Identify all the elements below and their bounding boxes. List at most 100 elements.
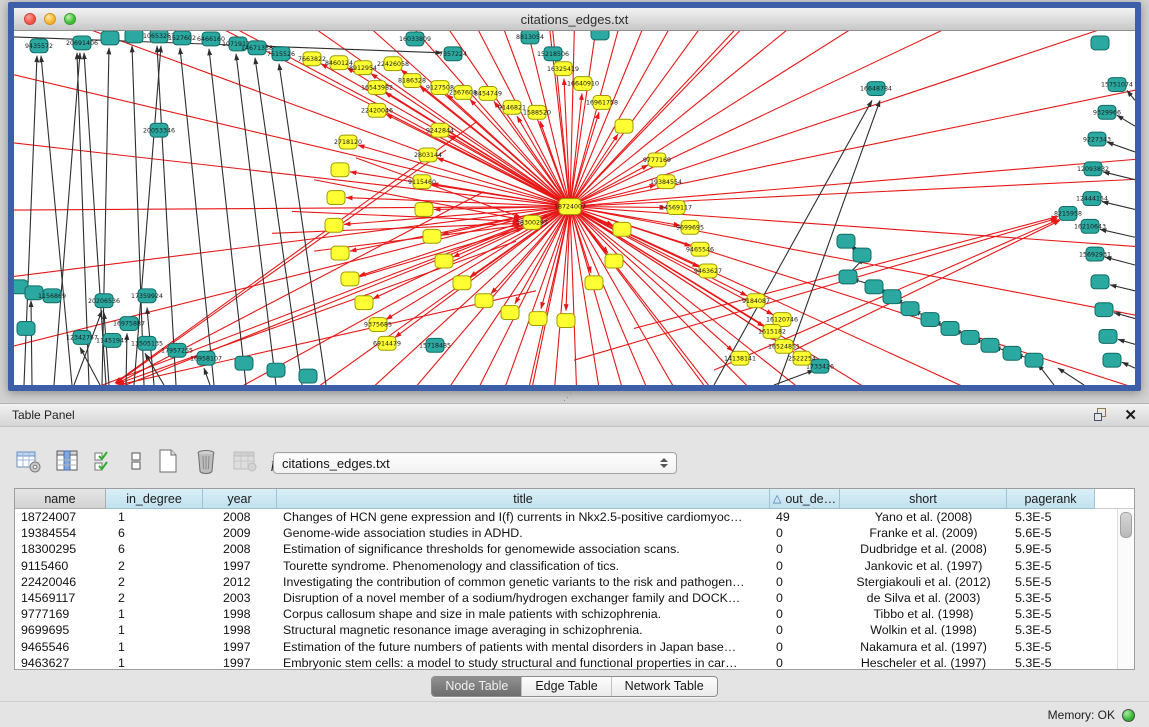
svg-text:2718120: 2718120	[334, 139, 362, 146]
graph-node[interactable]	[435, 254, 453, 268]
row-select-icon[interactable]	[94, 448, 116, 474]
graph-node[interactable]	[501, 306, 519, 320]
graph-node[interactable]	[557, 314, 575, 328]
svg-text:8813054: 8813054	[516, 34, 544, 41]
graph-node[interactable]	[299, 369, 317, 383]
graph-node[interactable]	[355, 296, 373, 310]
graph-node[interactable]	[341, 272, 359, 286]
graph-node[interactable]	[613, 222, 631, 236]
table-row[interactable]: 2242004622012Investigating the contribut…	[15, 574, 1134, 590]
graph-node[interactable]	[423, 229, 441, 243]
table-row[interactable]: 977716911998Corpus callosum shape and si…	[15, 606, 1134, 622]
graph-node[interactable]	[615, 119, 633, 133]
table-row[interactable]: 946362711997Embryonic stem cells: a mode…	[15, 655, 1134, 671]
cell: 9777169	[15, 606, 106, 622]
graph-node[interactable]	[585, 276, 603, 290]
panel-resize-handle-icon[interactable]: ⋰	[563, 393, 577, 402]
table-row[interactable]: 1938455462009Genome-wide association stu…	[15, 525, 1134, 541]
graph-node[interactable]	[981, 338, 999, 352]
svg-text:12093832: 12093832	[1077, 166, 1109, 173]
close-window-icon[interactable]	[24, 13, 36, 25]
graph-node[interactable]	[941, 322, 959, 336]
delete-table-icon[interactable]	[193, 448, 219, 474]
graph-node[interactable]	[839, 270, 857, 284]
column-header-title[interactable]: title	[277, 489, 770, 509]
table-options-icon[interactable]	[16, 448, 42, 474]
column-header-in-degree[interactable]: in_degree	[106, 489, 203, 509]
cell: 0	[770, 574, 840, 590]
graph-node[interactable]	[17, 322, 35, 336]
graph-node[interactable]	[591, 31, 609, 40]
svg-text:11451947: 11451947	[96, 338, 128, 345]
graph-node[interactable]	[837, 234, 855, 248]
graph-node[interactable]	[331, 163, 349, 177]
graph-node[interactable]	[125, 31, 143, 43]
graph-node[interactable]	[235, 356, 253, 370]
graph-node[interactable]	[883, 290, 901, 304]
graph-node[interactable]	[325, 218, 343, 232]
graph-node[interactable]	[1099, 329, 1117, 343]
new-table-icon[interactable]	[156, 448, 180, 474]
tab-node-table[interactable]: Node Table	[432, 677, 521, 696]
graph-node[interactable]	[1095, 303, 1113, 317]
column-header-name[interactable]: name	[15, 489, 106, 509]
tab-network-table[interactable]: Network Table	[611, 677, 717, 696]
column-header-short[interactable]: short	[840, 489, 1007, 509]
column-header-out-de-[interactable]: △out_de…	[770, 489, 840, 509]
graph-node[interactable]	[267, 363, 285, 377]
graph-node[interactable]	[1103, 353, 1121, 367]
minimize-window-icon[interactable]	[44, 13, 56, 25]
close-panel-icon[interactable]: ✕	[1124, 408, 1137, 423]
graph-node[interactable]	[1091, 275, 1109, 289]
graph-node[interactable]	[101, 31, 119, 45]
graph-node[interactable]	[865, 280, 883, 294]
graph-node[interactable]	[453, 276, 471, 290]
table-row[interactable]: 1456911722003Disruption of a novel membe…	[15, 590, 1134, 606]
column-header-year[interactable]: year	[203, 489, 277, 509]
table-row[interactable]: 911546021997Tourette syndrome. Phenomeno…	[15, 558, 1134, 574]
table-row[interactable]: 1830029562008Estimation of significance …	[15, 541, 1134, 557]
table-scrollbar[interactable]	[1117, 509, 1133, 669]
graph-node[interactable]	[961, 330, 979, 344]
graph-node[interactable]	[475, 294, 493, 308]
import-table-icon[interactable]	[232, 448, 258, 474]
cell: Stergiakouli et al. (2012)	[840, 574, 1007, 590]
network-view[interactable]: 9435572206914061065326715276026466160107…	[14, 31, 1135, 385]
svg-text:19384554: 19384554	[650, 179, 682, 186]
table-select-dropdown[interactable]: citations_edges.txt	[273, 452, 677, 474]
network-window[interactable]: citations_edges.txt 94355722069140610653…	[8, 2, 1141, 391]
svg-text:6914479: 6914479	[373, 341, 401, 348]
memory-status-icon[interactable]	[1122, 709, 1135, 722]
svg-text:15718485: 15718485	[419, 343, 451, 350]
zoom-window-icon[interactable]	[64, 13, 76, 25]
graph-node[interactable]	[415, 203, 433, 217]
merge-rows-icon[interactable]	[129, 448, 143, 474]
graph-node[interactable]	[901, 302, 919, 316]
graph-node[interactable]	[605, 254, 623, 268]
column-header-pagerank[interactable]: pagerank	[1007, 489, 1095, 509]
column-edit-icon[interactable]	[55, 448, 81, 474]
svg-text:17957255: 17957255	[161, 347, 193, 354]
graph-node[interactable]	[921, 313, 939, 327]
svg-text:9227343: 9227343	[1083, 136, 1111, 143]
graph-node[interactable]	[853, 248, 871, 262]
dropdown-arrows-icon	[660, 458, 668, 468]
graph-node[interactable]	[327, 191, 345, 205]
graph-node[interactable]	[1003, 346, 1021, 360]
graph-node[interactable]	[529, 312, 547, 326]
svg-text:18300295: 18300295	[516, 220, 548, 227]
table-row[interactable]: 969969511998Structural magnetic resonanc…	[15, 622, 1134, 638]
tab-edge-table[interactable]: Edge Table	[521, 677, 610, 696]
svg-text:20206536: 20206536	[88, 298, 120, 305]
table-row[interactable]: 1872400712008Changes of HCN gene express…	[15, 509, 1134, 525]
graph-node[interactable]	[1091, 36, 1109, 50]
svg-text:16325419: 16325419	[547, 66, 579, 73]
float-panel-icon[interactable]	[1094, 408, 1108, 422]
window-titlebar[interactable]: citations_edges.txt	[14, 8, 1135, 31]
table-row[interactable]: 946554611997Estimation of the future num…	[15, 639, 1134, 655]
table-header-row: namein_degreeyeartitle△out_de…shortpager…	[15, 489, 1134, 509]
graph-node[interactable]	[1025, 353, 1043, 367]
svg-text:15692931: 15692931	[1079, 251, 1111, 258]
scrollbar-thumb[interactable]	[1120, 512, 1132, 538]
graph-node[interactable]	[331, 246, 349, 260]
